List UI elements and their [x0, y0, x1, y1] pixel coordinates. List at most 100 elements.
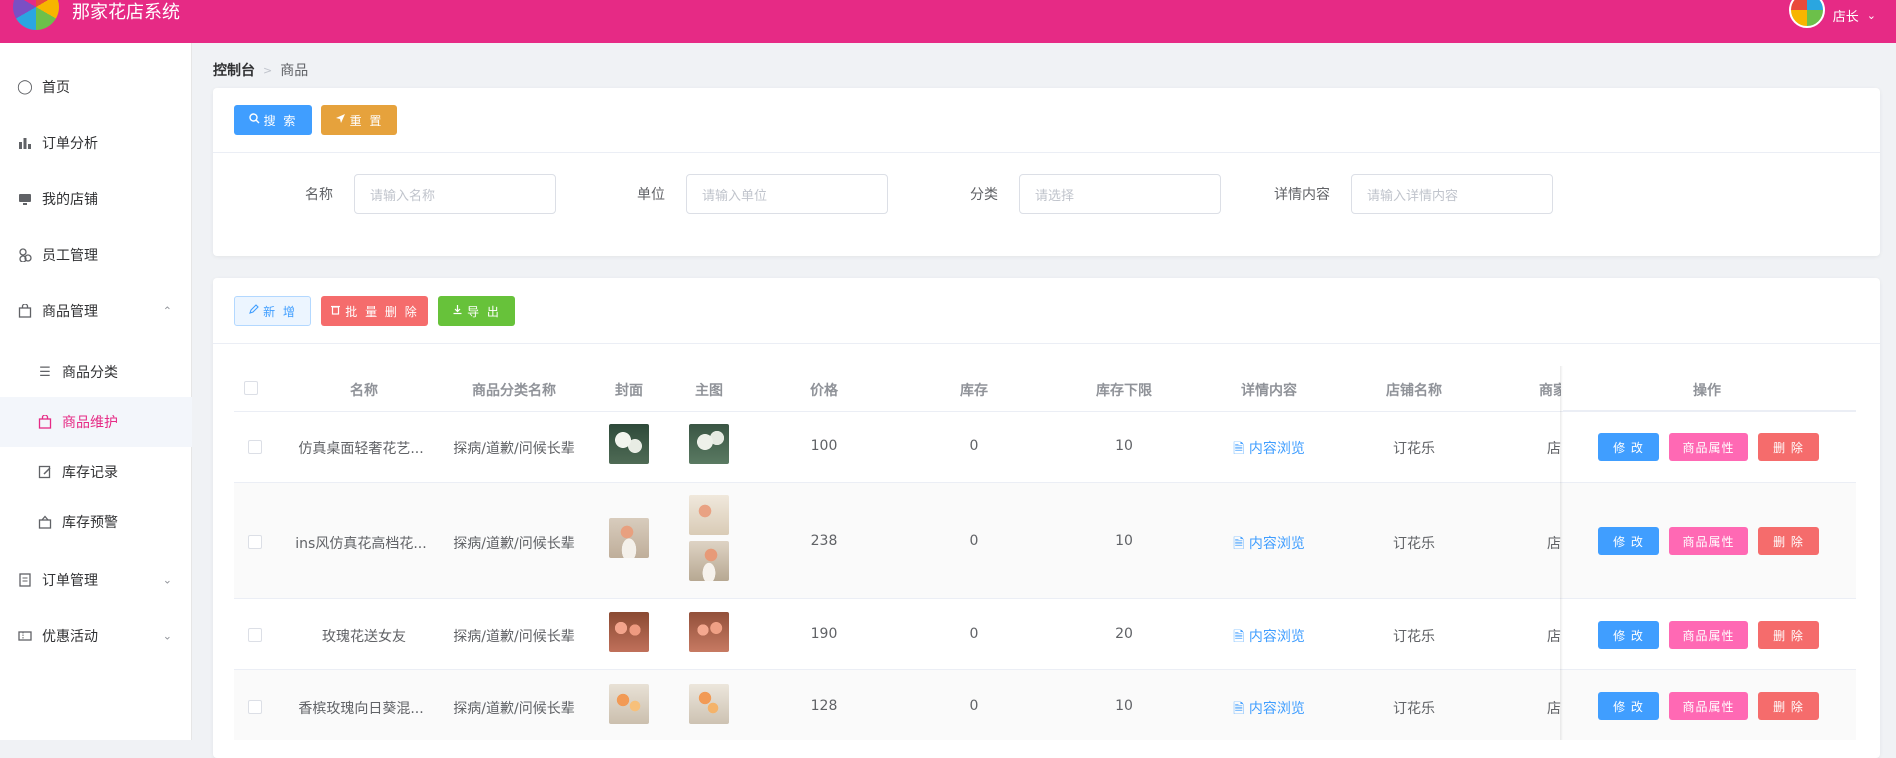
field-label-name: 名称 [305, 187, 333, 203]
document-icon: 🗎 [1233, 629, 1249, 645]
user-menu[interactable]: 店长 ⌄ [1788, 0, 1876, 30]
column-header-main-image: 主图 [695, 383, 723, 399]
sidebar-subitem-product-maintenance[interactable]: 商品维护 [0, 397, 192, 447]
sidebar-item-label: 优惠活动 [42, 629, 98, 645]
users-icon [16, 246, 34, 264]
row-checkbox[interactable] [248, 440, 262, 454]
detail-view-label: 内容浏览 [1248, 701, 1305, 717]
row-checkbox[interactable] [248, 535, 262, 549]
unit-input[interactable]: 请输入单位 [686, 174, 888, 214]
sidebar-item-order-management[interactable]: 订单管理 ⌄ [0, 552, 192, 608]
alert-icon [36, 513, 54, 531]
product-category: 探病/道歉/问候长辈 [453, 701, 575, 717]
detail-view-link[interactable]: 🗎 内容浏览 [1233, 626, 1305, 650]
user-name[interactable]: 店长 [1833, 6, 1859, 25]
delete-button[interactable]: 删 除 [1758, 527, 1819, 555]
breadcrumb-root[interactable]: 控制台 [213, 60, 255, 80]
main-image[interactable] [689, 612, 729, 652]
sidebar-item-my-shop[interactable]: 我的店铺 [0, 171, 192, 227]
sidebar-item-order-analysis[interactable]: 订单分析 [0, 115, 192, 171]
edit-button[interactable]: 修 改 [1598, 527, 1659, 555]
category-select[interactable]: 请选择 [1019, 174, 1221, 214]
bar-chart-icon [16, 134, 34, 152]
product-price: 128 [810, 698, 838, 714]
sidebar-item-home[interactable]: ◯ 首页 [0, 59, 192, 115]
sidebar-item-promotions[interactable]: 优惠活动 ⌄ [0, 608, 192, 664]
column-header-min-stock: 库存下限 [1096, 383, 1152, 399]
edit-button[interactable]: 修 改 [1598, 621, 1659, 649]
sidebar-subitem-stock-alert[interactable]: 库存预警 [0, 497, 192, 547]
main-image[interactable] [689, 495, 729, 535]
breadcrumb: 控制台 > 商品 [213, 60, 308, 80]
column-header-price: 价格 [810, 383, 838, 399]
batch-delete-button[interactable]: 批 量 删 除 [321, 296, 428, 326]
cover-image[interactable] [609, 612, 649, 652]
delete-button[interactable]: 删 除 [1758, 621, 1819, 649]
sidebar-item-product-management[interactable]: 商品管理 ⌃ [0, 283, 192, 339]
export-label: 导 出 [467, 304, 501, 319]
bag-icon [16, 302, 34, 320]
user-avatar[interactable] [1788, 0, 1825, 28]
sidebar-subitem-stock-records[interactable]: 库存记录 [0, 447, 192, 497]
delete-button[interactable]: 删 除 [1758, 692, 1819, 720]
column-header-category: 商品分类名称 [472, 383, 556, 399]
detail-view-link[interactable]: 🗎 内容浏览 [1233, 698, 1305, 722]
edit-button[interactable]: 修 改 [1598, 433, 1659, 461]
cover-image[interactable] [609, 518, 649, 558]
column-header-actions-fixed: 操作 [1693, 383, 1721, 399]
add-button-label: 新 增 [263, 304, 297, 319]
detail-view-link[interactable]: 🗎 内容浏览 [1233, 438, 1305, 462]
app-logo [13, 0, 59, 30]
home-icon: ◯ [17, 79, 33, 95]
sidebar-subitem-label: 商品分类 [62, 365, 118, 381]
send-icon [335, 113, 346, 127]
column-header-shop: 店铺名称 [1386, 383, 1442, 399]
delete-button[interactable]: 删 除 [1758, 433, 1819, 461]
detail-view-label: 内容浏览 [1248, 441, 1305, 457]
product-name: 香槟玫瑰向日葵混... [298, 701, 424, 717]
export-button[interactable]: 导 出 [438, 296, 515, 326]
product-attribute-button[interactable]: 商品属性 [1669, 692, 1748, 720]
detail-view-label: 内容浏览 [1248, 629, 1305, 645]
column-header-cover: 封面 [615, 383, 643, 399]
main-image[interactable] [689, 424, 729, 464]
product-stock: 0 [969, 533, 979, 549]
detail-input[interactable]: 请输入详情内容 [1351, 174, 1553, 214]
product-attribute-button[interactable]: 商品属性 [1669, 433, 1748, 461]
field-label-category: 分类 [970, 187, 998, 203]
add-button[interactable]: 新 增 [234, 296, 311, 326]
chevron-down-icon[interactable]: ⌄ [1867, 9, 1876, 22]
row-checkbox[interactable] [248, 700, 262, 714]
chevron-up-icon: ⌃ [162, 304, 172, 318]
chevron-down-icon: ⌄ [162, 629, 172, 643]
search-icon [248, 113, 260, 127]
download-icon [452, 304, 463, 318]
sidebar-item-label: 订单分析 [42, 136, 98, 152]
product-attribute-button[interactable]: 商品属性 [1669, 527, 1748, 555]
sidebar-subitem-label: 库存预警 [62, 515, 118, 531]
sidebar-item-staff[interactable]: 员工管理 [0, 227, 192, 283]
main-image[interactable] [689, 541, 729, 581]
monitor-icon [16, 190, 34, 208]
product-category: 探病/道歉/问候长辈 [453, 536, 575, 552]
merchant-name: 店 [1547, 441, 1561, 457]
edit-button[interactable]: 修 改 [1598, 692, 1659, 720]
cover-image[interactable] [609, 684, 649, 724]
name-input[interactable]: 请输入名称 [354, 174, 556, 214]
sidebar-item-label: 订单管理 [42, 573, 98, 589]
chevron-down-icon: ⌄ [162, 573, 172, 587]
search-button[interactable]: 搜 索 [234, 105, 312, 135]
document-icon: 🗎 [1233, 441, 1249, 457]
edit-icon [36, 463, 54, 481]
row-checkbox[interactable] [248, 628, 262, 642]
reset-button[interactable]: 重 置 [321, 105, 397, 135]
chevron-right-icon: > [263, 63, 273, 77]
select-all-checkbox[interactable] [244, 381, 258, 395]
sidebar-subitem-product-category[interactable]: ☰ 商品分类 [0, 347, 192, 397]
column-header-merchant: 商家 [1539, 383, 1561, 399]
cover-image[interactable] [609, 424, 649, 464]
product-name: 玫瑰花送女友 [322, 629, 406, 645]
detail-view-link[interactable]: 🗎 内容浏览 [1233, 533, 1305, 557]
product-attribute-button[interactable]: 商品属性 [1669, 621, 1748, 649]
main-image[interactable] [689, 684, 729, 724]
